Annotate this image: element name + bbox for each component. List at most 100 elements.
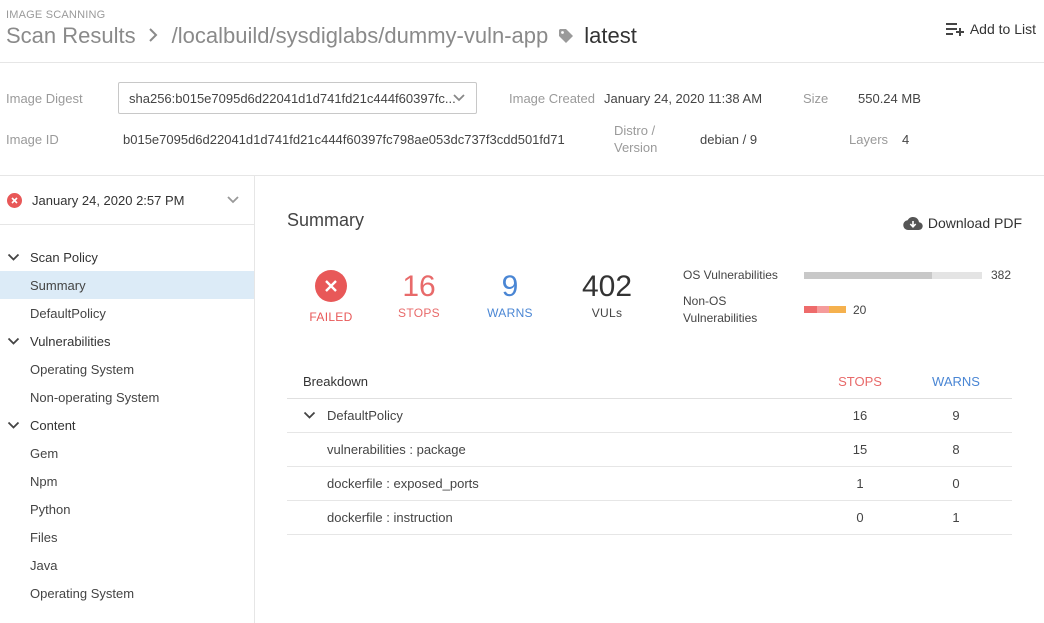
chevron-down-icon <box>7 337 20 345</box>
breakdown-header-warns: WARNS <box>932 373 980 389</box>
chevron-down-icon <box>227 196 239 204</box>
nav-group-label: Content <box>30 417 76 433</box>
os-vuln-count: 382 <box>991 268 1012 282</box>
sidebar-item-python[interactable]: Python <box>0 495 254 523</box>
rule-name: dockerfile : exposed_ports <box>327 476 479 491</box>
vulns-label: VULs <box>591 306 623 320</box>
policy-name: DefaultPolicy <box>327 408 403 423</box>
non-os-seg-high <box>817 306 829 313</box>
breadcrumb-scan-results[interactable]: Scan Results <box>6 23 136 49</box>
sidebar-item-java[interactable]: Java <box>0 551 254 579</box>
add-to-list-label: Add to List <box>969 21 1036 37</box>
distro-label: Distro / Version <box>614 122 657 156</box>
page-header: IMAGE SCANNING Scan Results /localbuild/… <box>0 0 1044 62</box>
rule-warns: 8 <box>952 442 960 457</box>
vulns-stat: 402 VULs <box>569 270 645 320</box>
warns-stat: 9 WARNS <box>478 270 542 320</box>
chevron-right-icon <box>148 25 158 48</box>
breakdown-table: Breakdown STOPS WARNS DefaultPolicy 16 9… <box>287 364 1012 535</box>
non-os-label-line2: Vulnerabilities <box>683 311 758 325</box>
rule-name: vulnerabilities : package <box>327 442 466 457</box>
image-digest-select[interactable]: sha256:b015e7095d6d22041d1d741fd21c444f6… <box>118 82 477 114</box>
nav-group-content[interactable]: Content <box>0 411 254 439</box>
table-row[interactable]: dockerfile : exposed_ports 1 0 <box>287 467 1012 501</box>
layers-label: Layers <box>849 132 889 147</box>
failed-stat: FAILED <box>300 270 362 324</box>
add-to-list-button[interactable]: Add to List <box>945 21 1036 37</box>
distro-label-line2: Version <box>614 140 658 155</box>
download-pdf-button[interactable]: Download PDF <box>903 215 1022 231</box>
main-content: Summary Download PDF FAILED 16 STOPS 9 W… <box>256 176 1044 623</box>
chevron-down-icon <box>7 421 20 429</box>
created-label: Image Created <box>509 91 595 106</box>
sidebar-item-content-operating-system[interactable]: Operating System <box>0 579 254 607</box>
os-vuln-bar <box>804 272 982 279</box>
chevron-down-icon <box>453 94 465 102</box>
warns-label: WARNS <box>487 306 533 320</box>
download-pdf-label: Download PDF <box>927 215 1022 231</box>
tag-icon <box>558 28 574 44</box>
cloud-download-icon <box>903 216 923 230</box>
sidebar-item-files[interactable]: Files <box>0 523 254 551</box>
sidebar-item-defaultpolicy[interactable]: DefaultPolicy <box>0 299 254 327</box>
breakdown-policy-row[interactable]: DefaultPolicy 16 9 <box>287 399 1012 433</box>
vulns-count: 402 <box>581 270 633 303</box>
distro-label-line1: Distro / <box>614 123 656 138</box>
breakdown-header: Breakdown STOPS WARNS <box>287 364 1012 399</box>
non-os-label-line1: Non-OS <box>683 294 727 308</box>
nav-group-label: Vulnerabilities <box>30 333 111 349</box>
warns-count: 9 <box>501 270 519 303</box>
rule-name: dockerfile : instruction <box>327 510 453 525</box>
non-os-vuln-label: Non-OS Vulnerabilities <box>683 293 757 327</box>
sidebar-item-operating-system[interactable]: Operating System <box>0 355 254 383</box>
sidebar-item-non-operating-system[interactable]: Non-operating System <box>0 383 254 411</box>
stops-stat: 16 STOPS <box>387 270 451 320</box>
image-path: /localbuild/sysdiglabs/dummy-vuln-app <box>171 23 549 48</box>
chevron-down-icon[interactable] <box>303 399 316 432</box>
breakdown-header-name: Breakdown <box>303 373 369 389</box>
size-value: 550.24 MB <box>858 91 921 106</box>
sidebar-item-npm[interactable]: Npm <box>0 467 254 495</box>
non-os-seg-medium <box>829 306 846 313</box>
sidebar-item-summary[interactable]: Summary <box>0 271 254 299</box>
non-os-vuln-count: 20 <box>853 303 867 317</box>
rule-stops: 15 <box>852 442 868 457</box>
stops-label: STOPS <box>398 306 440 320</box>
table-row[interactable]: vulnerabilities : package 15 8 <box>287 433 1012 467</box>
digest-label: Image Digest <box>6 91 83 106</box>
size-label: Size <box>803 91 829 106</box>
failed-status-icon <box>7 192 22 208</box>
nav-group-label: Scan Policy <box>30 249 98 265</box>
nav-group-vulnerabilities[interactable]: Vulnerabilities <box>0 327 254 355</box>
nav-group-scan-policy[interactable]: Scan Policy <box>0 243 254 271</box>
breadcrumb: Scan Results /localbuild/sysdiglabs/dumm… <box>6 22 637 50</box>
summary-title: Summary <box>287 210 365 230</box>
image-metadata: Image Digest sha256:b015e7095d6d22041d1d… <box>0 62 1044 176</box>
image-id-label: Image ID <box>6 132 59 147</box>
non-os-vuln-bar <box>804 306 846 313</box>
os-vuln-bar-fill <box>804 272 933 279</box>
non-os-seg-critical <box>804 306 817 313</box>
stops-count: 16 <box>402 270 436 303</box>
sidebar-nav: Scan Policy Summary DefaultPolicy Vulner… <box>0 243 254 607</box>
created-value: January 24, 2020 11:38 AM <box>604 91 763 106</box>
scan-date-text: January 24, 2020 2:57 PM <box>32 192 185 208</box>
image-tag: latest <box>584 23 637 48</box>
os-vuln-label: OS Vulnerabilities <box>683 268 778 282</box>
sidebar-item-gem[interactable]: Gem <box>0 439 254 467</box>
digest-value: sha256:b015e7095d6d22041d1d741fd21c444f6… <box>129 90 456 106</box>
rule-stops: 1 <box>856 476 864 491</box>
policy-stops: 16 <box>852 408 868 423</box>
image-id-value: b015e7095d6d22041d1d741fd21c444f60397fc7… <box>123 132 565 147</box>
table-row[interactable]: dockerfile : instruction 0 1 <box>287 501 1012 535</box>
sidebar: January 24, 2020 2:57 PM Scan Policy Sum… <box>0 176 255 623</box>
scan-date-select[interactable]: January 24, 2020 2:57 PM <box>0 176 254 225</box>
rule-stops: 0 <box>856 510 864 525</box>
distro-value: debian / 9 <box>700 132 758 147</box>
failed-icon <box>315 270 347 302</box>
rule-warns: 1 <box>952 510 960 525</box>
rule-warns: 0 <box>952 476 960 491</box>
failed-label: FAILED <box>309 310 353 324</box>
policy-warns: 9 <box>952 408 960 423</box>
section-overline: IMAGE SCANNING <box>6 9 106 21</box>
